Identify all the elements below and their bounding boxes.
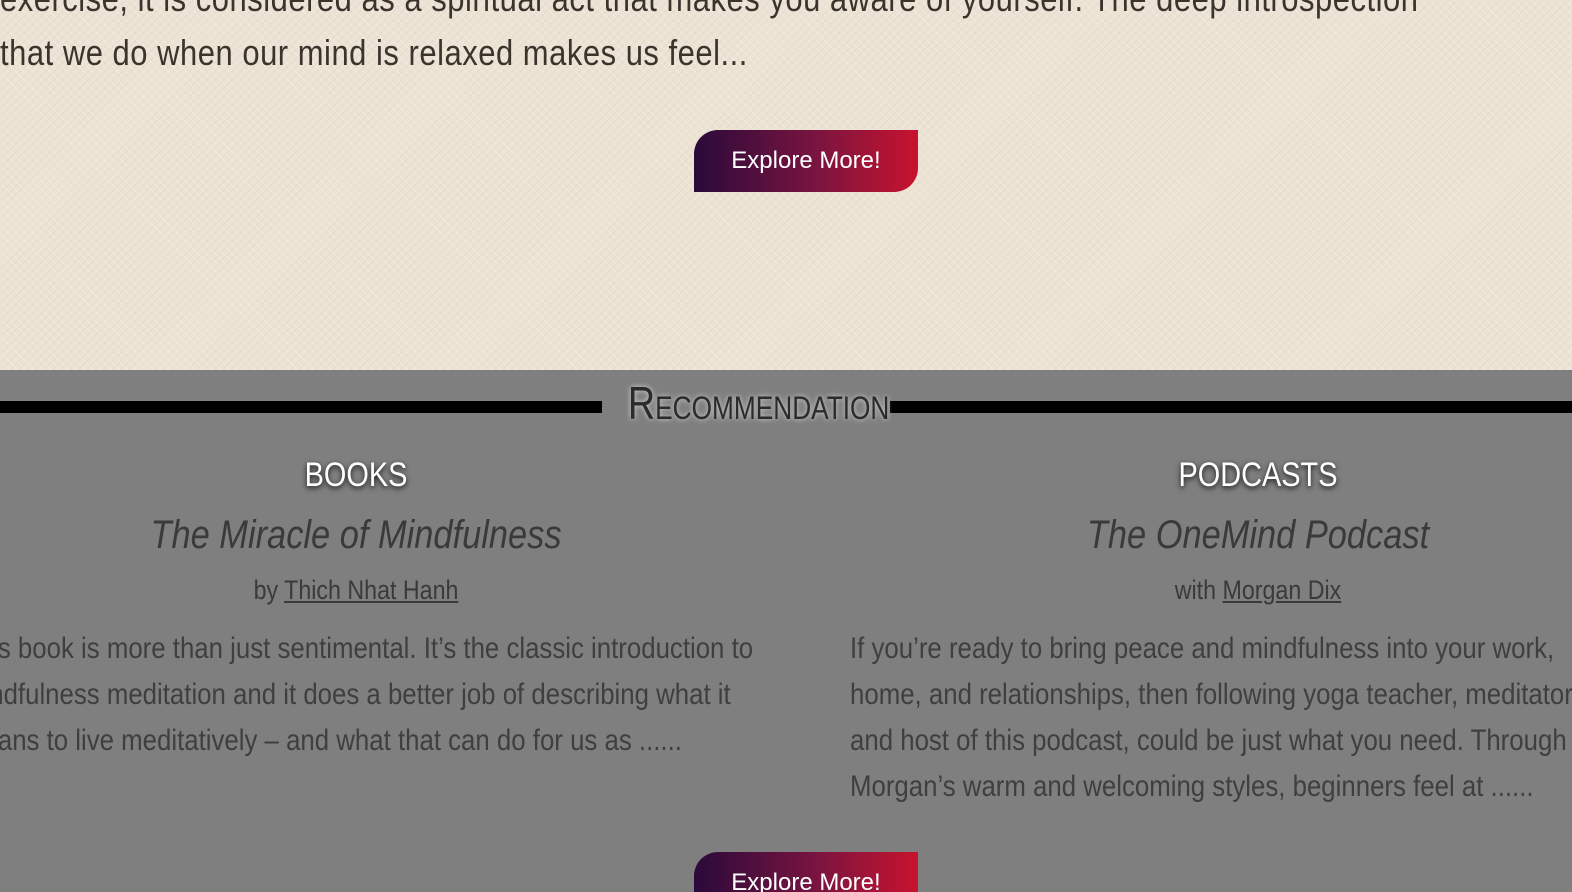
- books-column: BOOKS The Miracle of Mindfulness by Thic…: [0, 450, 712, 610]
- book-description: This book is more than just sentimental.…: [0, 626, 753, 764]
- book-credit: by Thich Nhat Hanh: [50, 570, 662, 610]
- book-title: The Miracle of Mindfulness: [150, 513, 562, 557]
- intro-paragraph: exercise, it is considered as a spiritua…: [0, 0, 1418, 80]
- description-line: Morgan’s warm and welcoming styles, begi…: [850, 770, 1534, 803]
- recommendation-title: Recommendation: [627, 377, 890, 429]
- intro-line: that we do when our mind is relaxed make…: [0, 32, 748, 73]
- description-line: mindfulness meditation and it does a bet…: [0, 678, 731, 711]
- author-link[interactable]: Thich Nhat Hanh: [284, 575, 458, 605]
- explore-more-button[interactable]: Explore More!: [694, 130, 918, 192]
- podcasts-heading: PODCASTS: [1178, 456, 1338, 494]
- podcast-description: If you’re ready to bring peace and mindf…: [850, 626, 1572, 810]
- title-divider-left: [0, 401, 602, 413]
- description-line: means to live meditatively – and what th…: [0, 724, 682, 757]
- recommendation-section: Recommendation BOOKS The Miracle of Mind…: [0, 370, 1572, 892]
- credit-prefix: by: [253, 575, 285, 605]
- description-line: This book is more than just sentimental.…: [0, 632, 754, 665]
- intro-section: exercise, it is considered as a spiritua…: [0, 0, 1572, 370]
- podcast-credit: with Morgan Dix: [905, 570, 1572, 610]
- podcast-title: The OneMind Podcast: [1086, 513, 1430, 557]
- books-heading: BOOKS: [304, 456, 408, 494]
- description-line: and host of this podcast, could be just …: [850, 724, 1567, 757]
- description-line: home, and relationships, then following …: [850, 678, 1572, 711]
- host-link[interactable]: Morgan Dix: [1223, 575, 1342, 605]
- description-line: If you’re ready to bring peace and mindf…: [850, 632, 1555, 665]
- intro-line: exercise, it is considered as a spiritua…: [0, 0, 1418, 26]
- explore-more-button[interactable]: Explore More!: [694, 852, 918, 892]
- podcasts-column: PODCASTS The OneMind Podcast with Morgan…: [848, 450, 1572, 610]
- credit-prefix: with: [1174, 575, 1223, 605]
- title-divider-right: [890, 401, 1572, 413]
